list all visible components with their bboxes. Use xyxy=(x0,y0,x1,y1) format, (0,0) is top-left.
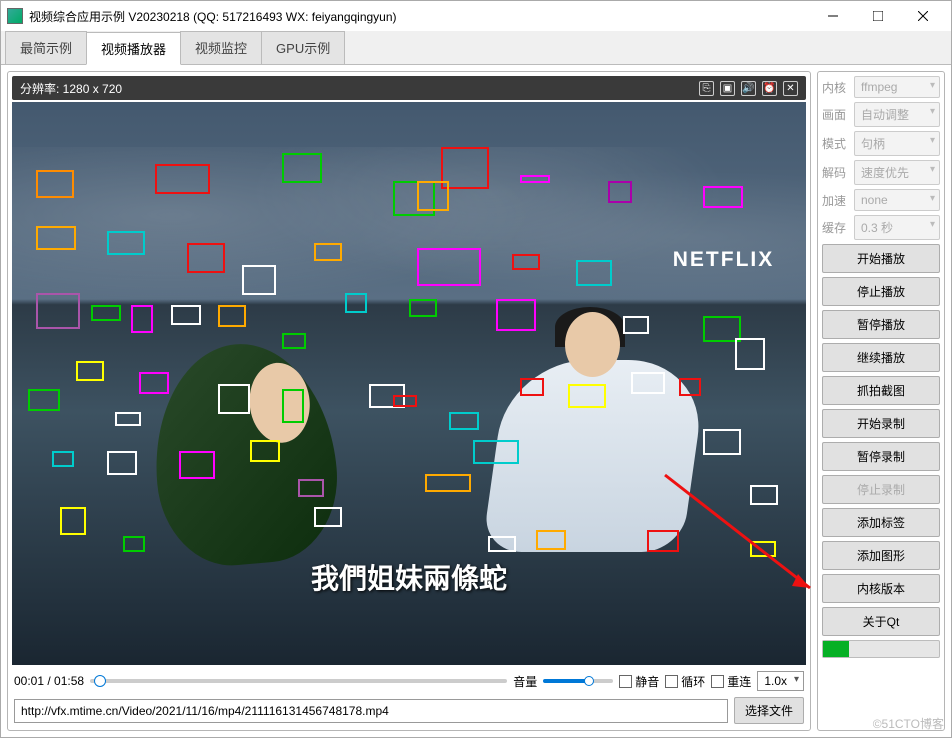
video-frame: NETFLIX 我們姐妹兩條蛇 xyxy=(12,102,806,665)
stop-record-button: 停止录制 xyxy=(822,475,940,504)
tab-simple[interactable]: 最简示例 xyxy=(5,31,87,64)
minimize-button[interactable] xyxy=(810,2,855,30)
speed-select[interactable]: 1.0x xyxy=(757,671,804,691)
close-video-icon[interactable]: ✕ xyxy=(783,81,798,96)
prop-kernel-label: 内核 xyxy=(822,79,850,96)
prop-decode-select[interactable]: 速度优先 xyxy=(854,160,940,185)
tab-monitor[interactable]: 视频监控 xyxy=(180,31,262,64)
window-title: 视频综合应用示例 V20230218 (QQ: 517216493 WX: fe… xyxy=(29,8,810,25)
sidebar: 内核ffmpeg 画面自动调整 模式句柄 解码速度优先 加速none 缓存0.3… xyxy=(817,71,945,731)
add-shape-button[interactable]: 添加图形 xyxy=(822,541,940,570)
stop-play-button[interactable]: 停止播放 xyxy=(822,277,940,306)
progress-slider[interactable] xyxy=(90,679,507,683)
about-qt-button[interactable]: 关于Qt xyxy=(822,607,940,636)
video-viewport[interactable]: NETFLIX 我們姐妹兩條蛇 xyxy=(12,102,806,665)
prop-cache-label: 缓存 xyxy=(822,219,850,236)
playback-controls: 00:01 / 01:58 音量 静音 循环 重连 1.0x 选择文件 xyxy=(12,665,806,726)
app-window: 视频综合应用示例 V20230218 (QQ: 517216493 WX: fe… xyxy=(0,0,952,738)
prop-scale-select[interactable]: 自动调整 xyxy=(854,102,940,127)
prop-mode-select[interactable]: 句柄 xyxy=(854,131,940,156)
reconnect-checkbox[interactable]: 重连 xyxy=(711,673,751,690)
time-label: 00:01 / 01:58 xyxy=(14,674,84,688)
url-input[interactable] xyxy=(14,699,728,723)
kernel-version-button[interactable]: 内核版本 xyxy=(822,574,940,603)
add-label-button[interactable]: 添加标签 xyxy=(822,508,940,537)
prop-mode-label: 模式 xyxy=(822,135,850,152)
prop-accel-label: 加速 xyxy=(822,192,850,209)
prop-scale-label: 画面 xyxy=(822,106,850,123)
start-play-button[interactable]: 开始播放 xyxy=(822,244,940,273)
pause-record-button[interactable]: 暂停录制 xyxy=(822,442,940,471)
pause-play-button[interactable]: 暂停播放 xyxy=(822,310,940,339)
video-subtitle: 我們姐妹兩條蛇 xyxy=(12,557,806,597)
record-icon[interactable]: ▣ xyxy=(720,81,735,96)
prop-decode-label: 解码 xyxy=(822,164,850,181)
choose-file-button[interactable]: 选择文件 xyxy=(734,697,804,724)
titlebar: 视频综合应用示例 V20230218 (QQ: 517216493 WX: fe… xyxy=(1,1,951,31)
resolution-label: 分辨率: 1280 x 720 xyxy=(20,80,122,97)
close-button[interactable] xyxy=(900,2,945,30)
maximize-button[interactable] xyxy=(855,2,900,30)
prop-accel-select[interactable]: none xyxy=(854,189,940,211)
resume-play-button[interactable]: 继续播放 xyxy=(822,343,940,372)
video-header: 分辨率: 1280 x 720 ⎘ ▣ 🔊 ⏰ ✕ xyxy=(12,76,806,100)
tab-player[interactable]: 视频播放器 xyxy=(86,32,181,65)
capture-button[interactable]: 抓拍截图 xyxy=(822,376,940,405)
mute-checkbox[interactable]: 静音 xyxy=(619,673,659,690)
volume-slider[interactable] xyxy=(543,679,613,683)
prop-cache-select[interactable]: 0.3 秒 xyxy=(854,215,940,240)
progress-bar xyxy=(822,640,940,658)
snapshot-icon[interactable]: ⎘ xyxy=(699,81,714,96)
alarm-icon[interactable]: ⏰ xyxy=(762,81,777,96)
loop-checkbox[interactable]: 循环 xyxy=(665,673,705,690)
video-pane: 分辨率: 1280 x 720 ⎘ ▣ 🔊 ⏰ ✕ NETFLIX 我們姐妹兩條… xyxy=(7,71,811,731)
tab-gpu[interactable]: GPU示例 xyxy=(261,31,345,64)
start-record-button[interactable]: 开始录制 xyxy=(822,409,940,438)
volume-label: 音量 xyxy=(513,673,537,690)
main-tabs: 最简示例 视频播放器 视频监控 GPU示例 xyxy=(1,31,951,65)
prop-kernel-select[interactable]: ffmpeg xyxy=(854,76,940,98)
app-icon xyxy=(7,8,23,24)
content-area: 分辨率: 1280 x 720 ⎘ ▣ 🔊 ⏰ ✕ NETFLIX 我們姐妹兩條… xyxy=(1,65,951,737)
netflix-logo: NETFLIX xyxy=(673,248,775,272)
window-controls xyxy=(810,2,945,30)
sound-icon[interactable]: 🔊 xyxy=(741,81,756,96)
